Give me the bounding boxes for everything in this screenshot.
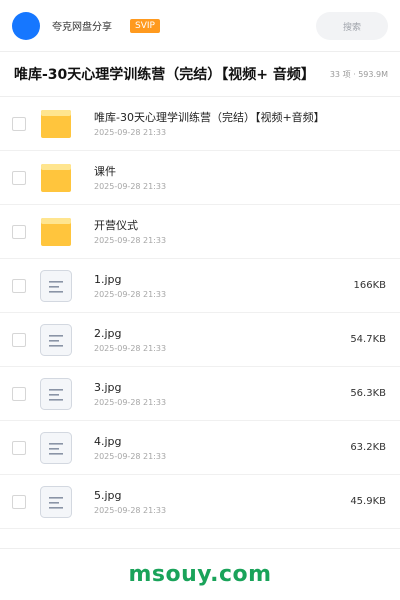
list-item[interactable]: 5.jpg 2025-09-28 21:33 45.9KB (0, 475, 400, 529)
item-size: 56.3KB (350, 388, 386, 399)
list-item[interactable]: 4.jpg 2025-09-28 21:33 63.2KB (0, 421, 400, 475)
item-time: 2025-09-28 21:33 (94, 182, 167, 191)
list-item[interactable]: 唯库-30天心理学训练营（完结）【视频+音频】 2025-09-28 21:33 (0, 97, 400, 151)
item-time: 2025-09-28 21:33 (94, 506, 167, 515)
item-time: 2025-09-28 21:33 (94, 290, 167, 299)
file-list: 唯库-30天心理学训练营（完结）【视频+音频】 2025-09-28 21:33… (0, 97, 400, 529)
brand-name: 夸克网盘分享 (52, 22, 112, 33)
select-checkbox[interactable] (12, 332, 26, 347)
item-size: 54.7KB (350, 334, 386, 345)
item-name: 1.jpg (94, 273, 122, 286)
list-item[interactable]: 2.jpg 2025-09-28 21:33 54.7KB (0, 313, 400, 367)
file-document-icon (40, 485, 72, 518)
footer: msouy.com (0, 548, 400, 600)
file-document-icon (40, 431, 72, 464)
select-checkbox[interactable] (12, 494, 26, 509)
item-size: 166KB (353, 280, 386, 291)
item-name: 唯库-30天心理学训练营（完结）【视频+音频】 (94, 111, 325, 124)
search-label: 搜索 (342, 22, 361, 33)
item-time: 2025-09-28 21:33 (94, 344, 167, 353)
item-name: 4.jpg (94, 435, 122, 448)
select-checkbox[interactable] (12, 224, 26, 239)
share-meta: 33 项 · 593.9M (329, 69, 388, 79)
app-header: 夸克网盘分享 SVIP 搜索 (0, 0, 400, 52)
select-checkbox[interactable] (12, 170, 26, 185)
item-size: 45.9KB (350, 496, 386, 507)
search-button[interactable]: 搜索 (316, 12, 388, 40)
item-time: 2025-09-28 21:33 (94, 452, 167, 461)
folder-icon (40, 162, 72, 194)
select-checkbox[interactable] (12, 116, 26, 131)
file-document-icon (40, 323, 72, 356)
item-name: 3.jpg (94, 381, 122, 394)
item-name: 开营仪式 (94, 219, 138, 232)
item-name: 2.jpg (94, 327, 122, 340)
svip-badge: SVIP (130, 18, 160, 33)
avatar[interactable] (12, 11, 40, 40)
item-time: 2025-09-28 21:33 (94, 398, 167, 407)
select-checkbox[interactable] (12, 440, 26, 455)
item-name: 5.jpg (94, 489, 122, 502)
share-title-bar: 唯库-30天心理学训练营（完结）【视频+ 音频】 33 项 · 593.9M (0, 52, 400, 97)
item-time: 2025-09-28 21:33 (94, 236, 167, 245)
folder-icon (40, 216, 72, 248)
item-time: 2025-09-28 21:33 (94, 128, 167, 137)
select-checkbox[interactable] (12, 278, 26, 293)
file-document-icon (40, 269, 72, 302)
item-size: 63.2KB (350, 442, 386, 453)
folder-icon (40, 108, 72, 140)
watermark-text: msouy.com (128, 562, 272, 587)
list-item[interactable]: 课件 2025-09-28 21:33 (0, 151, 400, 205)
select-checkbox[interactable] (12, 386, 26, 401)
list-item[interactable]: 3.jpg 2025-09-28 21:33 56.3KB (0, 367, 400, 421)
list-item[interactable]: 1.jpg 2025-09-28 21:33 166KB (0, 259, 400, 313)
file-document-icon (40, 377, 72, 410)
item-name: 课件 (94, 165, 116, 178)
share-title: 唯库-30天心理学训练营（完结）【视频+ 音频】 (14, 67, 315, 83)
list-item[interactable]: 开营仪式 2025-09-28 21:33 (0, 205, 400, 259)
